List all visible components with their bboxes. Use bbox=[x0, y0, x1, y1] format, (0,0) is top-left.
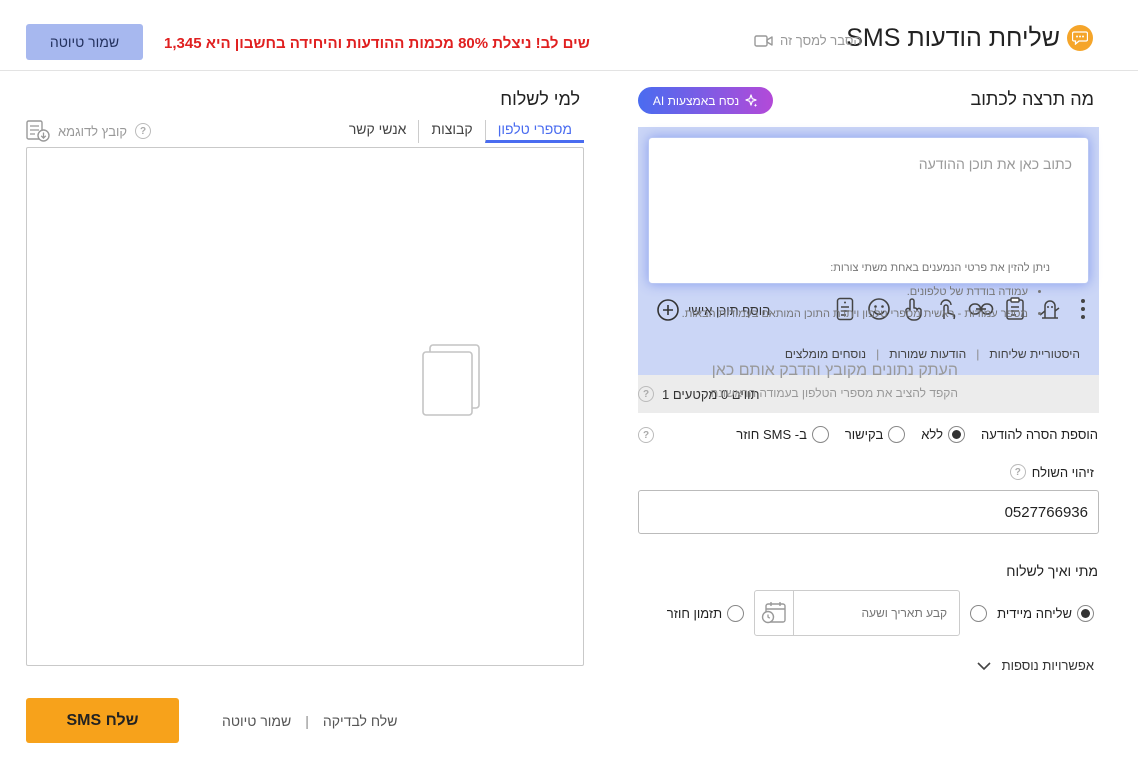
more-options-toggle[interactable]: אפשרויות נוספות bbox=[976, 658, 1094, 673]
unsubscribe-option-label: בקישור bbox=[844, 427, 884, 442]
instructions-title: ניתן להזין את פרטי הנמענים באחת משתי צור… bbox=[830, 262, 1050, 274]
sender-id-label: זיהוי השולח ? bbox=[1009, 464, 1094, 480]
unsubscribe-option-sms[interactable]: ב- SMS חוזר bbox=[736, 426, 829, 443]
recipients-paste-area[interactable] bbox=[26, 147, 584, 666]
more-options-label: אפשרויות נוספות bbox=[1001, 658, 1094, 673]
more-vertical-icon[interactable] bbox=[1070, 296, 1096, 322]
recipients-instructions: ניתן להזין את פרטי הנמענים באחת משתי צור… bbox=[682, 257, 1050, 325]
chevron-down-icon bbox=[976, 661, 992, 671]
send-history-link[interactable]: היסטוריית שליחות bbox=[989, 347, 1080, 361]
send-immediate-option[interactable]: שליחה מיידית bbox=[997, 604, 1094, 622]
message-placeholder: כתוב כאן את תוכן ההודעה bbox=[918, 156, 1072, 172]
plus-circle-icon bbox=[656, 298, 680, 322]
help-icon[interactable]: ? bbox=[1009, 464, 1026, 480]
instructions-item: מספר עמודות - ראשית מספרי טלפון ויתרת הת… bbox=[682, 303, 1028, 325]
help-icon[interactable]: ? bbox=[135, 123, 152, 139]
unsubscribe-row: הוספת הסרה להודעה ללא בקישור ב- SMS חוזר bbox=[736, 426, 1098, 443]
date-time-input[interactable] bbox=[793, 591, 960, 635]
instructions-list: עמודה בודדת של טלפונים. מספר עמודות - רא… bbox=[682, 281, 1050, 325]
radio[interactable] bbox=[970, 604, 988, 622]
save-draft-bottom-link[interactable]: שמור טיוטה bbox=[222, 713, 291, 729]
paste-hint: העתק נתונים מקובץ והדבק אותם כאן הקפד לה… bbox=[711, 362, 958, 400]
ai-compose-label: נסח באמצעות AI bbox=[652, 93, 740, 108]
recurring-option[interactable]: תזמון חוזר bbox=[666, 604, 745, 622]
radio-selected[interactable] bbox=[1077, 604, 1094, 622]
unsubscribe-option-link[interactable]: בקישור bbox=[844, 426, 906, 443]
compose-links: היסטוריית שליחות | הודעות שמורות | נוסחי… bbox=[785, 347, 1080, 361]
send-scheduled-option[interactable] bbox=[970, 604, 988, 622]
unsubscribe-option-label: ב- SMS חוזר bbox=[736, 427, 807, 442]
quota-warning: שים לב! ניצלת 80% מכמות ההודעות והיחידה … bbox=[164, 35, 590, 52]
date-time-picker[interactable] bbox=[754, 590, 961, 636]
ai-compose-button[interactable]: נסח באמצעות AI bbox=[638, 87, 773, 114]
paste-subtitle: הקפד להציב את מספרי הטלפון בעמודה הראשונ… bbox=[710, 386, 958, 400]
send-sms-button[interactable]: שלח SMS bbox=[26, 698, 179, 743]
explain-screen-label: הסבר למסך זה bbox=[780, 33, 862, 48]
compose-label: מה תרצה לכתוב bbox=[970, 89, 1094, 109]
help-icon[interactable]: ? bbox=[638, 386, 654, 402]
schedule-label: מתי ואיך לשלוח bbox=[1006, 563, 1098, 579]
help-icon[interactable]: ? bbox=[638, 427, 654, 443]
send-test-link[interactable]: שלח לבדיקה bbox=[323, 713, 398, 729]
link-separator: | bbox=[976, 347, 980, 361]
schedule-row: שליחה מיידית תזמון חוזר bbox=[667, 590, 1094, 636]
copy-pages-icon bbox=[422, 344, 482, 416]
header-divider bbox=[0, 70, 1138, 71]
radio[interactable] bbox=[811, 426, 829, 443]
sender-id-input[interactable] bbox=[638, 490, 1099, 534]
video-camera-icon bbox=[754, 34, 774, 48]
sample-file-label: קובץ לדוגמא bbox=[58, 123, 128, 139]
send-immediate-label: שליחה מיידית bbox=[997, 605, 1072, 621]
tab-groups[interactable]: קבוצות bbox=[418, 120, 484, 143]
recommended-texts-link[interactable]: נוסחים מומלצים bbox=[785, 347, 866, 361]
sparkle-icon bbox=[744, 93, 758, 108]
recurring-label: תזמון חוזר bbox=[666, 605, 723, 621]
recipients-label: למי לשלוח bbox=[500, 89, 580, 109]
instructions-item: עמודה בודדת של טלפונים. bbox=[682, 281, 1028, 303]
radio[interactable] bbox=[888, 426, 906, 443]
paste-title: העתק נתונים מקובץ והדבק אותם כאן bbox=[711, 362, 958, 379]
link-separator: | bbox=[876, 347, 880, 361]
calendar-clock-icon[interactable] bbox=[755, 601, 793, 625]
page-title: שליחת הודעות SMS bbox=[846, 24, 1060, 52]
link-separator: | bbox=[305, 713, 309, 729]
explain-screen-link[interactable]: הסבר למסך זה bbox=[754, 33, 862, 48]
footer-links: שלח לבדיקה | שמור טיוטה bbox=[222, 713, 397, 729]
radio-selected[interactable] bbox=[948, 426, 966, 443]
unsubscribe-label: הוספת הסרה להודעה bbox=[981, 427, 1098, 442]
file-download-icon bbox=[26, 120, 50, 142]
unsubscribe-option-none[interactable]: ללא bbox=[921, 426, 966, 443]
saved-messages-link[interactable]: הודעות שמורות bbox=[889, 347, 966, 361]
sms-bubble-icon bbox=[1067, 25, 1093, 51]
radio[interactable] bbox=[727, 604, 745, 622]
tab-contacts[interactable]: אנשי קשר bbox=[337, 120, 419, 143]
sender-id-text: זיהוי השולח bbox=[1031, 464, 1094, 480]
save-draft-top-button[interactable]: שמור טיוטה bbox=[26, 24, 143, 60]
tab-phone-numbers[interactable]: מספרי טלפון bbox=[484, 120, 584, 143]
unsubscribe-option-label: ללא bbox=[921, 427, 944, 442]
sample-file-link[interactable]: ? קובץ לדוגמא bbox=[26, 120, 152, 142]
recipient-tabs: מספרי טלפון קבוצות אנשי קשר bbox=[337, 120, 584, 143]
